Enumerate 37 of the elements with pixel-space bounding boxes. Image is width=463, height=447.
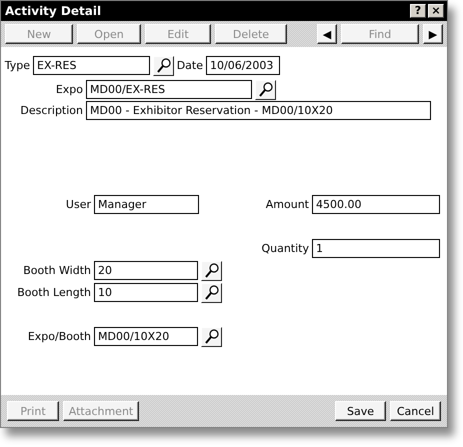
close-button[interactable]: × <box>428 4 444 18</box>
magnifier-icon <box>204 329 218 344</box>
text-field[interactable]: 1 <box>312 239 440 258</box>
help-button[interactable]: ? <box>410 4 426 18</box>
field-label: Description <box>19 104 84 117</box>
magnifier-icon <box>258 82 272 97</box>
field-label: Type <box>4 59 31 72</box>
lookup-button[interactable] <box>201 326 222 346</box>
text-field[interactable]: MD00/EX-RES <box>86 80 252 99</box>
lookup-button[interactable] <box>153 56 174 76</box>
field-label: User <box>64 198 92 211</box>
field-label: Booth Width <box>22 264 92 277</box>
text-field[interactable]: 4500.00 <box>312 195 440 214</box>
toolbar-button[interactable]: Cancel <box>390 401 441 421</box>
field-label: Booth Length <box>16 286 92 299</box>
field-label: Date <box>176 59 204 72</box>
text-field[interactable]: 10 <box>94 283 198 302</box>
magnifier-icon <box>204 263 218 278</box>
lookup-button[interactable] <box>201 260 222 280</box>
text-field[interactable]: EX-RES <box>33 56 150 75</box>
magnifier-icon <box>156 58 170 73</box>
lookup-button[interactable] <box>201 282 222 302</box>
text-field[interactable]: Manager <box>94 195 199 214</box>
text-field[interactable]: MD00 - Exhibitor Reservation - MD00/10X20 <box>86 101 431 120</box>
magnifier-icon <box>204 285 218 300</box>
field-label: Amount <box>264 198 310 211</box>
text-field[interactable]: 10/06/2003 <box>206 56 280 75</box>
field-label: Expo/Booth <box>26 330 92 343</box>
toolbar-button[interactable]: Save <box>335 401 386 421</box>
next-button[interactable]: ▶ <box>423 24 443 44</box>
window-title: Activity Detail <box>5 4 102 18</box>
field-label: Quantity <box>260 242 310 255</box>
text-field[interactable]: MD00/10X20 <box>94 327 198 346</box>
previous-button[interactable]: ◀ <box>317 24 337 44</box>
field-label: Expo <box>54 83 84 96</box>
text-field[interactable]: 20 <box>94 261 198 280</box>
lookup-button[interactable] <box>255 80 276 100</box>
